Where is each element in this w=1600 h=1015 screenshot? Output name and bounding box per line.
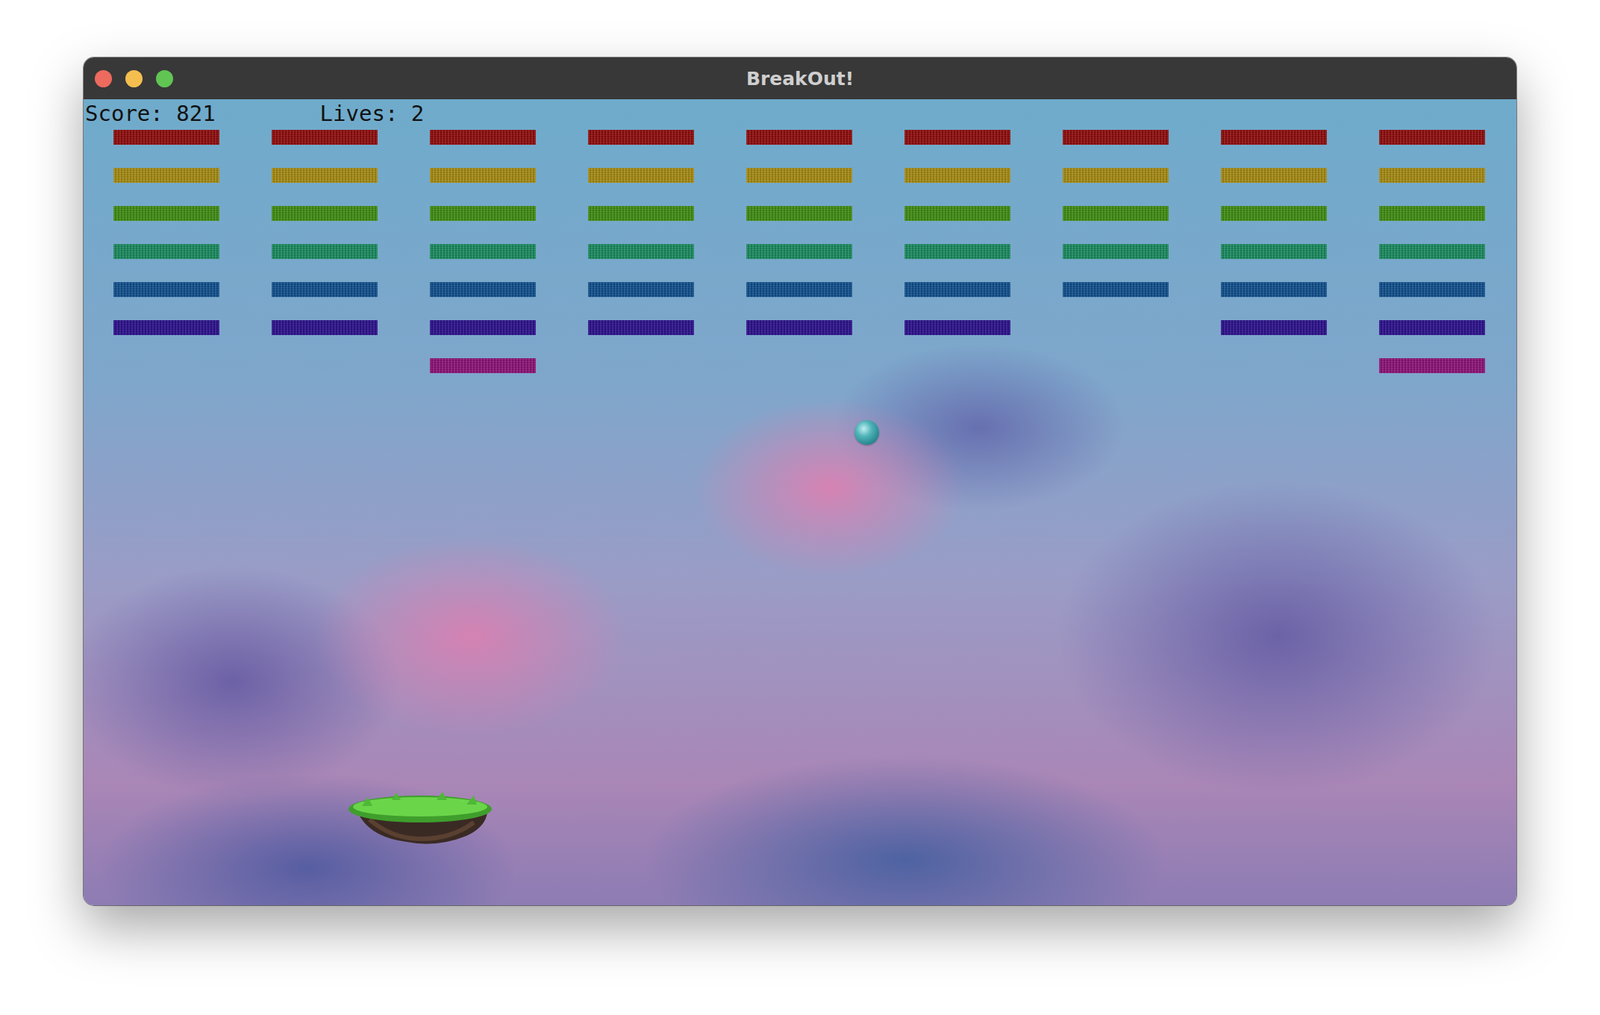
brick <box>1220 282 1327 298</box>
brick <box>271 244 378 259</box>
title-bar: BreakOut! <box>83 57 1517 100</box>
brick <box>429 129 536 145</box>
brick <box>1062 167 1169 183</box>
island-paddle-icon[interactable] <box>347 789 494 850</box>
brick <box>746 167 853 183</box>
brick <box>1062 282 1169 298</box>
brick <box>1379 320 1486 336</box>
brick <box>1379 358 1486 374</box>
brick <box>1062 205 1169 221</box>
brick <box>113 282 220 298</box>
brick <box>746 244 853 259</box>
lives: Lives: 2 <box>320 99 425 128</box>
brick <box>1379 129 1486 145</box>
brick <box>1379 244 1486 259</box>
brick <box>904 205 1011 221</box>
brick <box>904 167 1011 183</box>
ball <box>854 420 880 445</box>
score: Score: 821 <box>85 99 216 128</box>
brick <box>904 282 1011 298</box>
page: BreakOut! Score: 821 Lives: 2 <box>0 0 1600 1015</box>
hud: Score: 821 Lives: 2 <box>83 99 424 128</box>
empty-cell <box>904 358 1011 374</box>
brick <box>904 320 1011 336</box>
brick <box>588 129 695 145</box>
brick <box>429 358 536 374</box>
game-canvas[interactable]: Score: 821 Lives: 2 <box>83 99 1517 906</box>
brick <box>588 244 695 259</box>
brick <box>113 129 220 145</box>
brick <box>1220 320 1327 336</box>
brick <box>746 129 853 145</box>
brick <box>746 282 853 298</box>
brick <box>113 244 220 259</box>
brick <box>588 282 695 298</box>
brick <box>429 282 536 298</box>
brick <box>588 320 695 336</box>
brick <box>113 205 220 221</box>
empty-cell <box>1062 358 1169 374</box>
brick <box>1062 129 1169 145</box>
brick <box>1220 205 1327 221</box>
brick <box>113 167 220 183</box>
brick <box>429 167 536 183</box>
window-title: BreakOut! <box>83 67 1517 90</box>
empty-cell <box>1220 358 1327 374</box>
brick <box>271 205 378 221</box>
brick <box>271 129 378 145</box>
brick-grid <box>83 99 1517 374</box>
game-window: BreakOut! Score: 821 Lives: 2 <box>83 57 1517 906</box>
empty-cell <box>271 358 378 374</box>
brick <box>271 167 378 183</box>
brick <box>1379 282 1486 298</box>
brick <box>1379 205 1486 221</box>
empty-cell <box>746 358 853 374</box>
brick <box>588 205 695 221</box>
brick <box>113 320 220 336</box>
brick <box>271 282 378 298</box>
brick <box>1220 129 1327 145</box>
brick <box>429 320 536 336</box>
brick <box>1062 244 1169 259</box>
empty-cell <box>1062 320 1169 336</box>
brick <box>1220 244 1327 259</box>
brick <box>271 320 378 336</box>
brick <box>429 205 536 221</box>
brick <box>429 244 536 259</box>
brick <box>746 205 853 221</box>
close-button[interactable] <box>94 70 112 88</box>
empty-cell <box>113 358 220 374</box>
brick <box>904 129 1011 145</box>
brick <box>1379 167 1486 183</box>
brick <box>1220 167 1327 183</box>
zoom-button[interactable] <box>155 70 174 88</box>
brick <box>746 320 853 336</box>
minimize-button[interactable] <box>125 70 143 88</box>
brick <box>588 167 695 183</box>
brick <box>904 244 1011 259</box>
empty-cell <box>588 358 695 374</box>
